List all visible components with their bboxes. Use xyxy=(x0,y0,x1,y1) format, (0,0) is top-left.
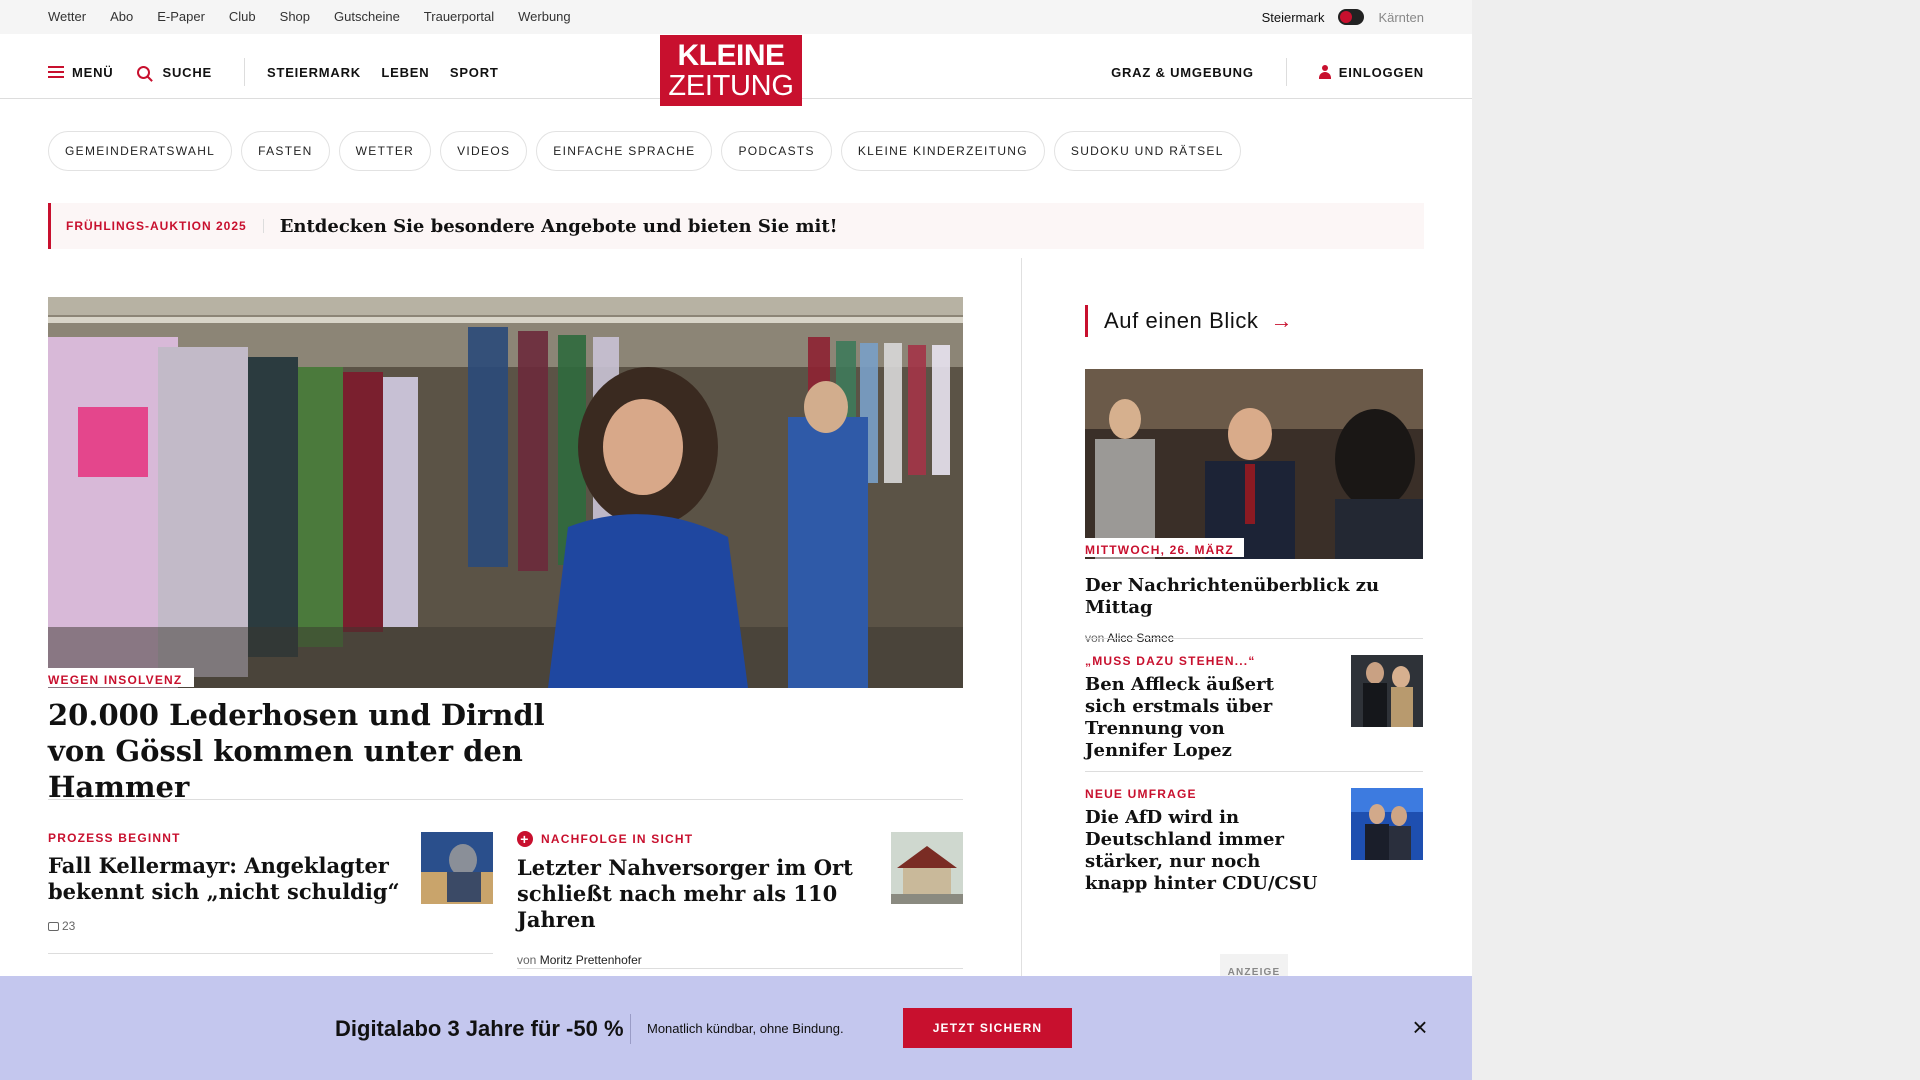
sidebar-heading-text: Auf einen Blick xyxy=(1104,308,1259,333)
promo-kicker: FRÜHLINGS-AUKTION 2025 xyxy=(51,219,264,233)
utility-link-shop[interactable]: Shop xyxy=(280,9,310,24)
user-icon xyxy=(1318,65,1331,79)
region-toggle[interactable] xyxy=(1338,9,1365,25)
article-kellermayr-thumbnail[interactable] xyxy=(421,832,493,904)
sidebar-separator xyxy=(1085,638,1423,639)
region-kaernten[interactable]: Kärnten xyxy=(1378,10,1424,25)
utility-link-wetter[interactable]: Wetter xyxy=(48,9,86,24)
search-button[interactable]: SUCHE xyxy=(137,65,212,80)
local-region-link[interactable]: GRAZ & UMGEBUNG xyxy=(1111,65,1254,80)
lead-headline[interactable]: 20.000 Lederhosen und Dirndl von Gössl k… xyxy=(48,697,608,805)
article-nahversorger: + NACHFOLGE IN SICHT Letzter Nahversorge… xyxy=(517,831,877,967)
subscription-banner: Digitalabo 3 Jahre für -50 % Monatlich k… xyxy=(0,976,1472,1080)
close-icon[interactable]: × xyxy=(1408,1014,1432,1040)
banner-subtext: Monatlich kündbar, ohne Bindung. xyxy=(647,1021,844,1036)
logo-line1: KLEINE xyxy=(677,39,785,72)
sidebar-headline[interactable]: Die AfD wird in Deutschland immer stärke… xyxy=(1085,807,1325,895)
article-nahversorger-thumbnail[interactable] xyxy=(891,832,963,904)
pill-fasten[interactable]: FASTEN xyxy=(241,131,330,171)
lead-kicker: WEGEN INSOLVENZ xyxy=(48,668,195,687)
menu-button[interactable]: MENÜ xyxy=(48,65,113,80)
comment-count-value: 23 xyxy=(62,919,76,933)
sidebar-separator xyxy=(1085,771,1423,772)
nav-steiermark[interactable]: STEIERMARK xyxy=(267,65,361,80)
byline-prefix: von xyxy=(517,953,537,967)
nav-leben[interactable]: LEBEN xyxy=(381,65,429,80)
sidebar-kicker: NEUE UMFRAGE xyxy=(1085,787,1197,801)
login-button[interactable]: EINLOGGEN xyxy=(1318,64,1424,80)
feature-date: MITTWOCH, 26. MÄRZ xyxy=(1085,538,1244,557)
article-kicker: + NACHFOLGE IN SICHT xyxy=(517,831,877,847)
main-nav: STEIERMARK LEBEN SPORT xyxy=(267,65,515,80)
sidebar-affleck-thumbnail[interactable] xyxy=(1351,655,1423,727)
article-kicker-text: NACHFOLGE IN SICHT xyxy=(541,832,694,846)
article-kellermayr: PROZESS BEGINNT Fall Kellermayr: Angekla… xyxy=(48,831,408,933)
sidebar-headline[interactable]: Ben Affleck äußert sich erstmals über Tr… xyxy=(1085,674,1305,762)
author-name[interactable]: Moritz Prettenhofer xyxy=(540,953,642,967)
sidebar-feature: Der Nachrichtenüberblick zu Mittag von A… xyxy=(1085,569,1423,645)
login-label: EINLOGGEN xyxy=(1338,64,1424,80)
article-kicker: PROZESS BEGINNT xyxy=(48,831,181,845)
pill-sudoku[interactable]: SUDOKU UND RÄTSEL xyxy=(1053,131,1241,171)
lead-article-image[interactable] xyxy=(48,297,963,688)
nav-sport[interactable]: SPORT xyxy=(450,65,499,80)
utility-link-club[interactable]: Club xyxy=(229,9,256,24)
arrow-right-icon: → xyxy=(1270,308,1294,333)
plus-icon: + xyxy=(517,831,533,847)
article-separator xyxy=(48,953,493,954)
utility-link-trauerportal[interactable]: Trauerportal xyxy=(424,9,494,24)
region-steiermark[interactable]: Steiermark xyxy=(1262,10,1325,25)
pill-einfache-sprache[interactable]: EINFACHE SPRACHE xyxy=(536,131,713,171)
menu-label: MENÜ xyxy=(72,64,114,80)
logo-line2: ZEITUNG xyxy=(668,70,794,102)
page: Wetter Abo E-Paper Club Shop Gutscheine … xyxy=(0,0,1472,1080)
article-byline: von Moritz Prettenhofer xyxy=(517,953,877,967)
column-divider xyxy=(1021,258,1022,980)
sidebar-afd-thumbnail[interactable] xyxy=(1351,788,1423,860)
article-separator xyxy=(517,968,963,969)
pill-gemeinderatswahl[interactable]: GEMEINDERATSWAHL xyxy=(48,131,233,171)
utility-link-abo[interactable]: Abo xyxy=(110,9,133,24)
sidebar-kicker: „MUSS DAZU STEHEN...“ xyxy=(1085,654,1256,668)
comment-icon xyxy=(48,922,59,931)
search-label: SUCHE xyxy=(162,64,212,80)
pill-videos[interactable]: VIDEOS xyxy=(440,131,528,171)
utility-links: Wetter Abo E-Paper Club Shop Gutscheine … xyxy=(48,9,571,24)
pill-wetter[interactable]: WETTER xyxy=(338,131,432,171)
subscribe-button[interactable]: JETZT SICHERN xyxy=(903,1008,1072,1048)
pill-kinderzeitung[interactable]: KLEINE KINDERZEITUNG xyxy=(840,131,1045,171)
lead-separator xyxy=(48,799,963,800)
header-divider-right xyxy=(1285,58,1287,86)
promo-banner[interactable]: FRÜHLINGS-AUKTION 2025 Entdecken Sie bes… xyxy=(48,203,1424,249)
header-divider xyxy=(244,58,245,86)
sidebar-feature-image[interactable] xyxy=(1085,369,1423,559)
utility-link-epaper[interactable]: E-Paper xyxy=(157,9,205,24)
utility-link-gutscheine[interactable]: Gutscheine xyxy=(334,9,400,24)
utility-bar: Wetter Abo E-Paper Club Shop Gutscheine … xyxy=(0,0,1472,34)
header-right: GRAZ & UMGEBUNG EINLOGGEN xyxy=(1111,58,1424,86)
region-switch: Steiermark Kärnten xyxy=(1262,9,1424,25)
promo-text: Entdecken Sie besondere Angebote und bie… xyxy=(279,215,838,237)
article-headline[interactable]: Letzter Nahversorger im Ort schließt nac… xyxy=(517,855,877,933)
feature-headline[interactable]: Der Nachrichtenüberblick zu Mittag xyxy=(1085,575,1423,619)
sidebar-item-afd: NEUE UMFRAGE Die AfD wird in Deutschland… xyxy=(1085,787,1325,895)
utility-link-werbung[interactable]: Werbung xyxy=(518,9,571,24)
main-header: MENÜ SUCHE STEIERMARK LEBEN SPORT KLEINE… xyxy=(0,34,1472,106)
comment-count[interactable]: 23 xyxy=(48,919,408,933)
topic-pills: GEMEINDERATSWAHL FASTEN WETTER VIDEOS EI… xyxy=(48,131,1241,171)
sidebar-heading[interactable]: Auf einen Blick → xyxy=(1085,305,1293,337)
banner-divider xyxy=(630,1014,631,1044)
pill-podcasts[interactable]: PODCASTS xyxy=(721,131,832,171)
search-icon xyxy=(137,65,151,79)
article-headline[interactable]: Fall Kellermayr: Angeklagter bekennt sic… xyxy=(48,853,408,905)
banner-headline: Digitalabo 3 Jahre für -50 % xyxy=(335,1016,624,1041)
site-logo[interactable]: KLEINE ZEITUNG xyxy=(660,35,802,106)
header-left: MENÜ SUCHE STEIERMARK LEBEN SPORT xyxy=(48,58,515,86)
hamburger-icon xyxy=(48,66,64,78)
sidebar-item-affleck: „MUSS DAZU STEHEN...“ Ben Affleck äußert… xyxy=(1085,654,1305,762)
